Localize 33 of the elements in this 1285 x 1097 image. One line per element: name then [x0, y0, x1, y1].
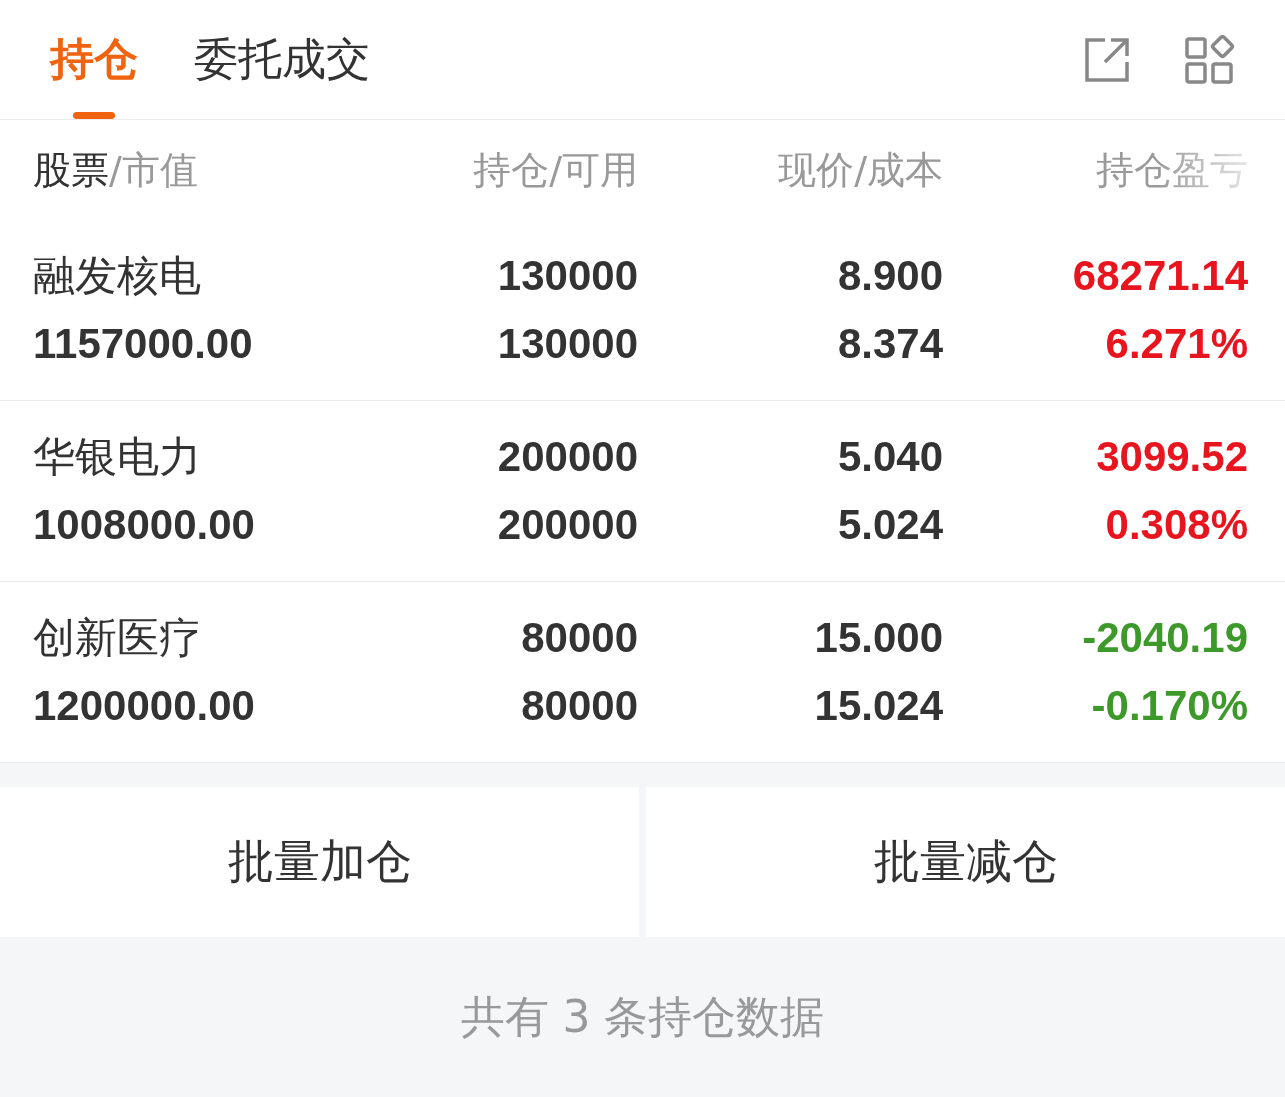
table-cell-text: 5.024 [836, 502, 943, 548]
batch-button[interactable]: 批量加仓 [0, 787, 639, 937]
column-header: 现价/成本 [777, 146, 943, 194]
table-cell-text: 200000 [496, 502, 638, 548]
table-cell-text: 1200000.00 [33, 683, 256, 729]
batch-button[interactable]: 批量减仓 [646, 787, 1285, 937]
table-cell-text: 8.374 [836, 321, 943, 367]
table-cell-text: 1008000.00 [33, 502, 256, 548]
record-count: 共有 3 条持仓数据 [460, 989, 825, 1044]
share-icon[interactable] [1083, 35, 1131, 84]
profit-amount: 3099.52 [1095, 434, 1248, 480]
table-cell-text: 8.900 [836, 253, 943, 299]
table-cell-text: 80000 [520, 615, 638, 661]
stock-name: 创新医疗 [33, 615, 202, 661]
table-cell-text: 80000 [520, 683, 638, 729]
column-header: 持仓/可用 [472, 146, 638, 194]
table-cell-text: 130000 [496, 253, 638, 299]
table-cell-text: 130000 [496, 321, 638, 367]
grid-icon[interactable] [1185, 34, 1235, 85]
profit-percent: 6.271% [1104, 321, 1248, 367]
table-cell-text: 200000 [496, 434, 638, 480]
table-cell-text: 15.024 [813, 683, 943, 729]
stock-name: 融发核电 [33, 253, 202, 299]
profit-percent: 0.308% [1104, 502, 1248, 548]
column-header: 股票/市值 [33, 146, 199, 194]
profit-amount: 68271.14 [1071, 253, 1248, 299]
tab[interactable]: 委托成交 [194, 0, 370, 119]
table-cell-text: 1157000.00 [33, 321, 254, 367]
profit-percent: -0.170% [1090, 683, 1248, 729]
table-cell-text: 15.000 [813, 615, 943, 661]
profit-amount: -2040.19 [1081, 615, 1248, 661]
stock-name: 华银电力 [33, 434, 202, 480]
table-cell-text: 5.040 [836, 434, 943, 480]
